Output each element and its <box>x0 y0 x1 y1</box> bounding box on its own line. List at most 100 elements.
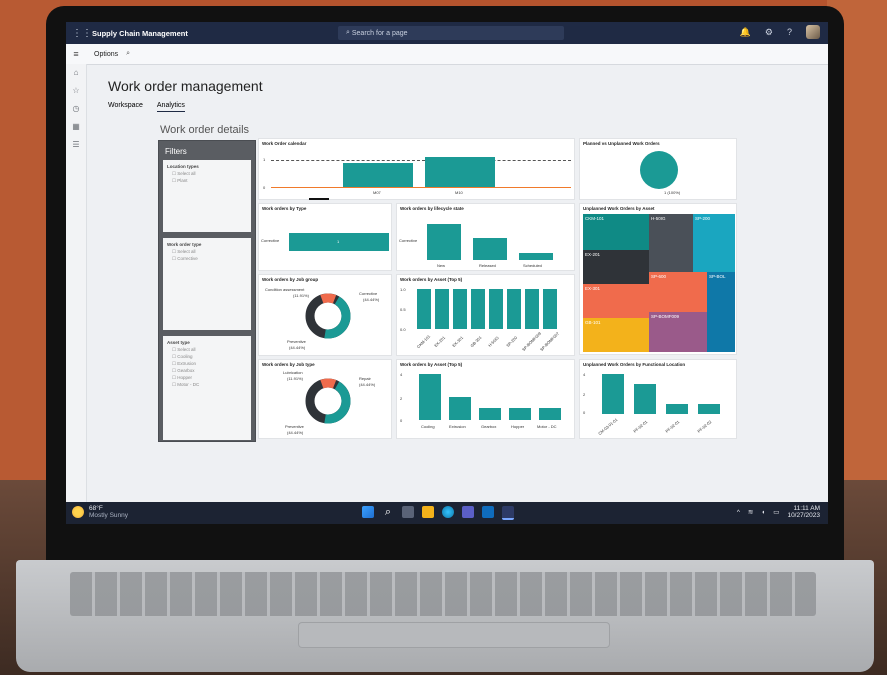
search-icon[interactable]: ⌕ <box>126 50 130 58</box>
taskbar-apps: ⌕ <box>362 506 514 520</box>
card-unplanned-by-asset[interactable]: Unplanned Work Orders by Asset CKM-101 H… <box>579 203 737 355</box>
pie-slice[interactable] <box>640 151 678 189</box>
filter-option[interactable]: Select all <box>172 249 247 255</box>
wifi-icon[interactable]: ≋ <box>748 508 753 516</box>
chevron-up-icon[interactable]: ^ <box>737 509 740 516</box>
treemap-cell[interactable]: CKM-101 <box>583 214 649 250</box>
y-tick: 2 <box>583 392 586 397</box>
x-label: Released <box>479 263 496 268</box>
bar-asset[interactable] <box>489 289 503 329</box>
page-tabs: Workspace Analytics <box>108 102 185 112</box>
avatar[interactable] <box>806 25 820 39</box>
treemap-cell[interactable]: SP-600 <box>649 272 707 312</box>
filter-option[interactable]: Select all <box>172 171 247 177</box>
bar-asset[interactable] <box>525 289 539 329</box>
bar-released[interactable] <box>473 238 507 260</box>
treemap-cell[interactable]: GB-101 <box>583 318 649 352</box>
bar-m10[interactable] <box>425 157 495 187</box>
tab-workspace[interactable]: Workspace <box>108 102 143 112</box>
card-asset-top5-a[interactable]: Work orders by Asset (Top 5) 1.0 0.5 0.0… <box>396 274 575 356</box>
options-button[interactable]: Options <box>94 51 118 58</box>
treemap-cell[interactable]: H-50IG <box>649 214 693 272</box>
bar-scheduled[interactable] <box>519 253 553 260</box>
bell-icon[interactable]: 🔔 <box>740 27 751 38</box>
card-work-orders-by-type[interactable]: Work orders by Type Corrective 1 <box>258 203 392 271</box>
card-lifecycle-state[interactable]: Work orders by lifecycle state Correctiv… <box>396 203 575 271</box>
bar-value: 1 <box>337 239 340 244</box>
treemap-cell[interactable]: SP-200 <box>693 214 735 272</box>
filter-option[interactable]: Extrusion <box>172 361 247 367</box>
y-label: Corrective <box>399 238 418 243</box>
task-view-icon[interactable] <box>402 506 414 518</box>
donut-label: (44.44%) <box>287 430 304 435</box>
list-icon[interactable]: ☰ <box>66 136 86 154</box>
donut-label: (44.44%) <box>359 382 376 387</box>
filter-option[interactable]: Motor - DC <box>172 382 247 388</box>
page-title: Work order management <box>108 78 263 94</box>
donut-chart[interactable] <box>303 376 353 426</box>
treemap-cell[interactable]: SP-BOMF009 <box>649 312 707 352</box>
filter-option[interactable]: Select all <box>172 347 247 353</box>
bar-asset[interactable] <box>417 289 431 329</box>
app-launcher-icon[interactable]: ⋮⋮ <box>72 28 92 39</box>
bar-new[interactable] <box>427 224 461 260</box>
card-functional-location[interactable]: Unplanned Work Orders by Functional Loca… <box>579 359 737 439</box>
tab-analytics[interactable]: Analytics <box>156 102 185 112</box>
bar-asset[interactable] <box>435 289 449 329</box>
donut-chart[interactable] <box>303 291 353 341</box>
filter-option[interactable]: Cooling <box>172 354 247 360</box>
card-asset-top5-b[interactable]: Work orders by Asset (Top 5) 4 2 0 Cooli… <box>396 359 575 439</box>
search-icon[interactable]: ⌕ <box>382 506 394 518</box>
home-icon[interactable]: ⌂ <box>66 64 86 82</box>
bar-location[interactable] <box>666 404 688 414</box>
card-title: Work orders by Type <box>262 206 307 211</box>
clock[interactable]: 11:11 AM 10/27/2023 <box>787 505 820 519</box>
pie-label: 1 (100%) <box>664 190 681 195</box>
card-planned-vs-unplanned[interactable]: Planned vs Unplanned Work Orders 1 (100%… <box>579 138 737 200</box>
treemap-cell[interactable]: EX-201 <box>583 250 649 284</box>
bar-cooling[interactable] <box>419 374 441 420</box>
filter-option[interactable]: Hopper <box>172 375 247 381</box>
search-input[interactable]: ⌕ Search for a page <box>338 26 564 40</box>
bar-location[interactable] <box>634 384 656 414</box>
donut-label: Lubrication <box>283 370 303 375</box>
filter-option[interactable]: Gearbox <box>172 368 247 374</box>
bar-location[interactable] <box>602 374 624 414</box>
treemap-cell[interactable]: SP-BOL <box>707 272 735 352</box>
taskbar: 68°F Mostly Sunny ⌕ ^ ≋ ◖ ▭ 11:11 AM 10/… <box>66 502 828 524</box>
workspace-icon[interactable]: ▦ <box>66 118 86 136</box>
filter-option[interactable]: Corrective <box>172 256 247 262</box>
battery-icon[interactable]: ▭ <box>773 508 779 516</box>
bar-asset[interactable] <box>453 289 467 329</box>
file-explorer-icon[interactable] <box>422 506 434 518</box>
bar-location[interactable] <box>698 404 720 414</box>
card-work-order-calendar[interactable]: Work Order calendar 1 0 M07 M10 <box>258 138 575 200</box>
start-icon[interactable] <box>362 506 374 518</box>
bar-asset[interactable] <box>543 289 557 329</box>
gear-icon[interactable]: ⚙ <box>765 27 773 38</box>
volume-icon[interactable]: ◖ <box>761 509 765 516</box>
treemap-cell[interactable]: EX-301 <box>583 284 649 318</box>
bar-asset[interactable] <box>507 289 521 329</box>
edge-icon[interactable] <box>442 506 454 518</box>
y-tick: 4 <box>583 372 586 377</box>
bar-m07[interactable] <box>343 163 413 187</box>
outlook-icon[interactable] <box>482 506 494 518</box>
card-title: Work orders by Asset (Top 5) <box>400 362 463 367</box>
bar-motor-dc[interactable] <box>539 408 561 420</box>
clock-icon[interactable]: ◷ <box>66 100 86 118</box>
dynamics-icon[interactable] <box>502 506 514 520</box>
bar-asset[interactable] <box>471 289 485 329</box>
bar-extrusion[interactable] <box>449 397 471 420</box>
hamburger-icon[interactable]: ≡ <box>66 49 86 59</box>
bar-gearbox[interactable] <box>479 408 501 420</box>
weather-widget[interactable]: 68°F Mostly Sunny <box>72 505 128 519</box>
star-icon[interactable]: ☆ <box>66 82 86 100</box>
scroll-bar[interactable] <box>309 198 329 200</box>
help-icon[interactable]: ? <box>787 27 792 37</box>
filter-option[interactable]: Plant <box>172 178 247 184</box>
teams-icon[interactable] <box>462 506 474 518</box>
card-job-type[interactable]: Work orders by Job type Lubrication (11.… <box>258 359 392 439</box>
card-job-group[interactable]: Work orders by Job group Condition asses… <box>258 274 392 356</box>
bar-hopper[interactable] <box>509 408 531 420</box>
